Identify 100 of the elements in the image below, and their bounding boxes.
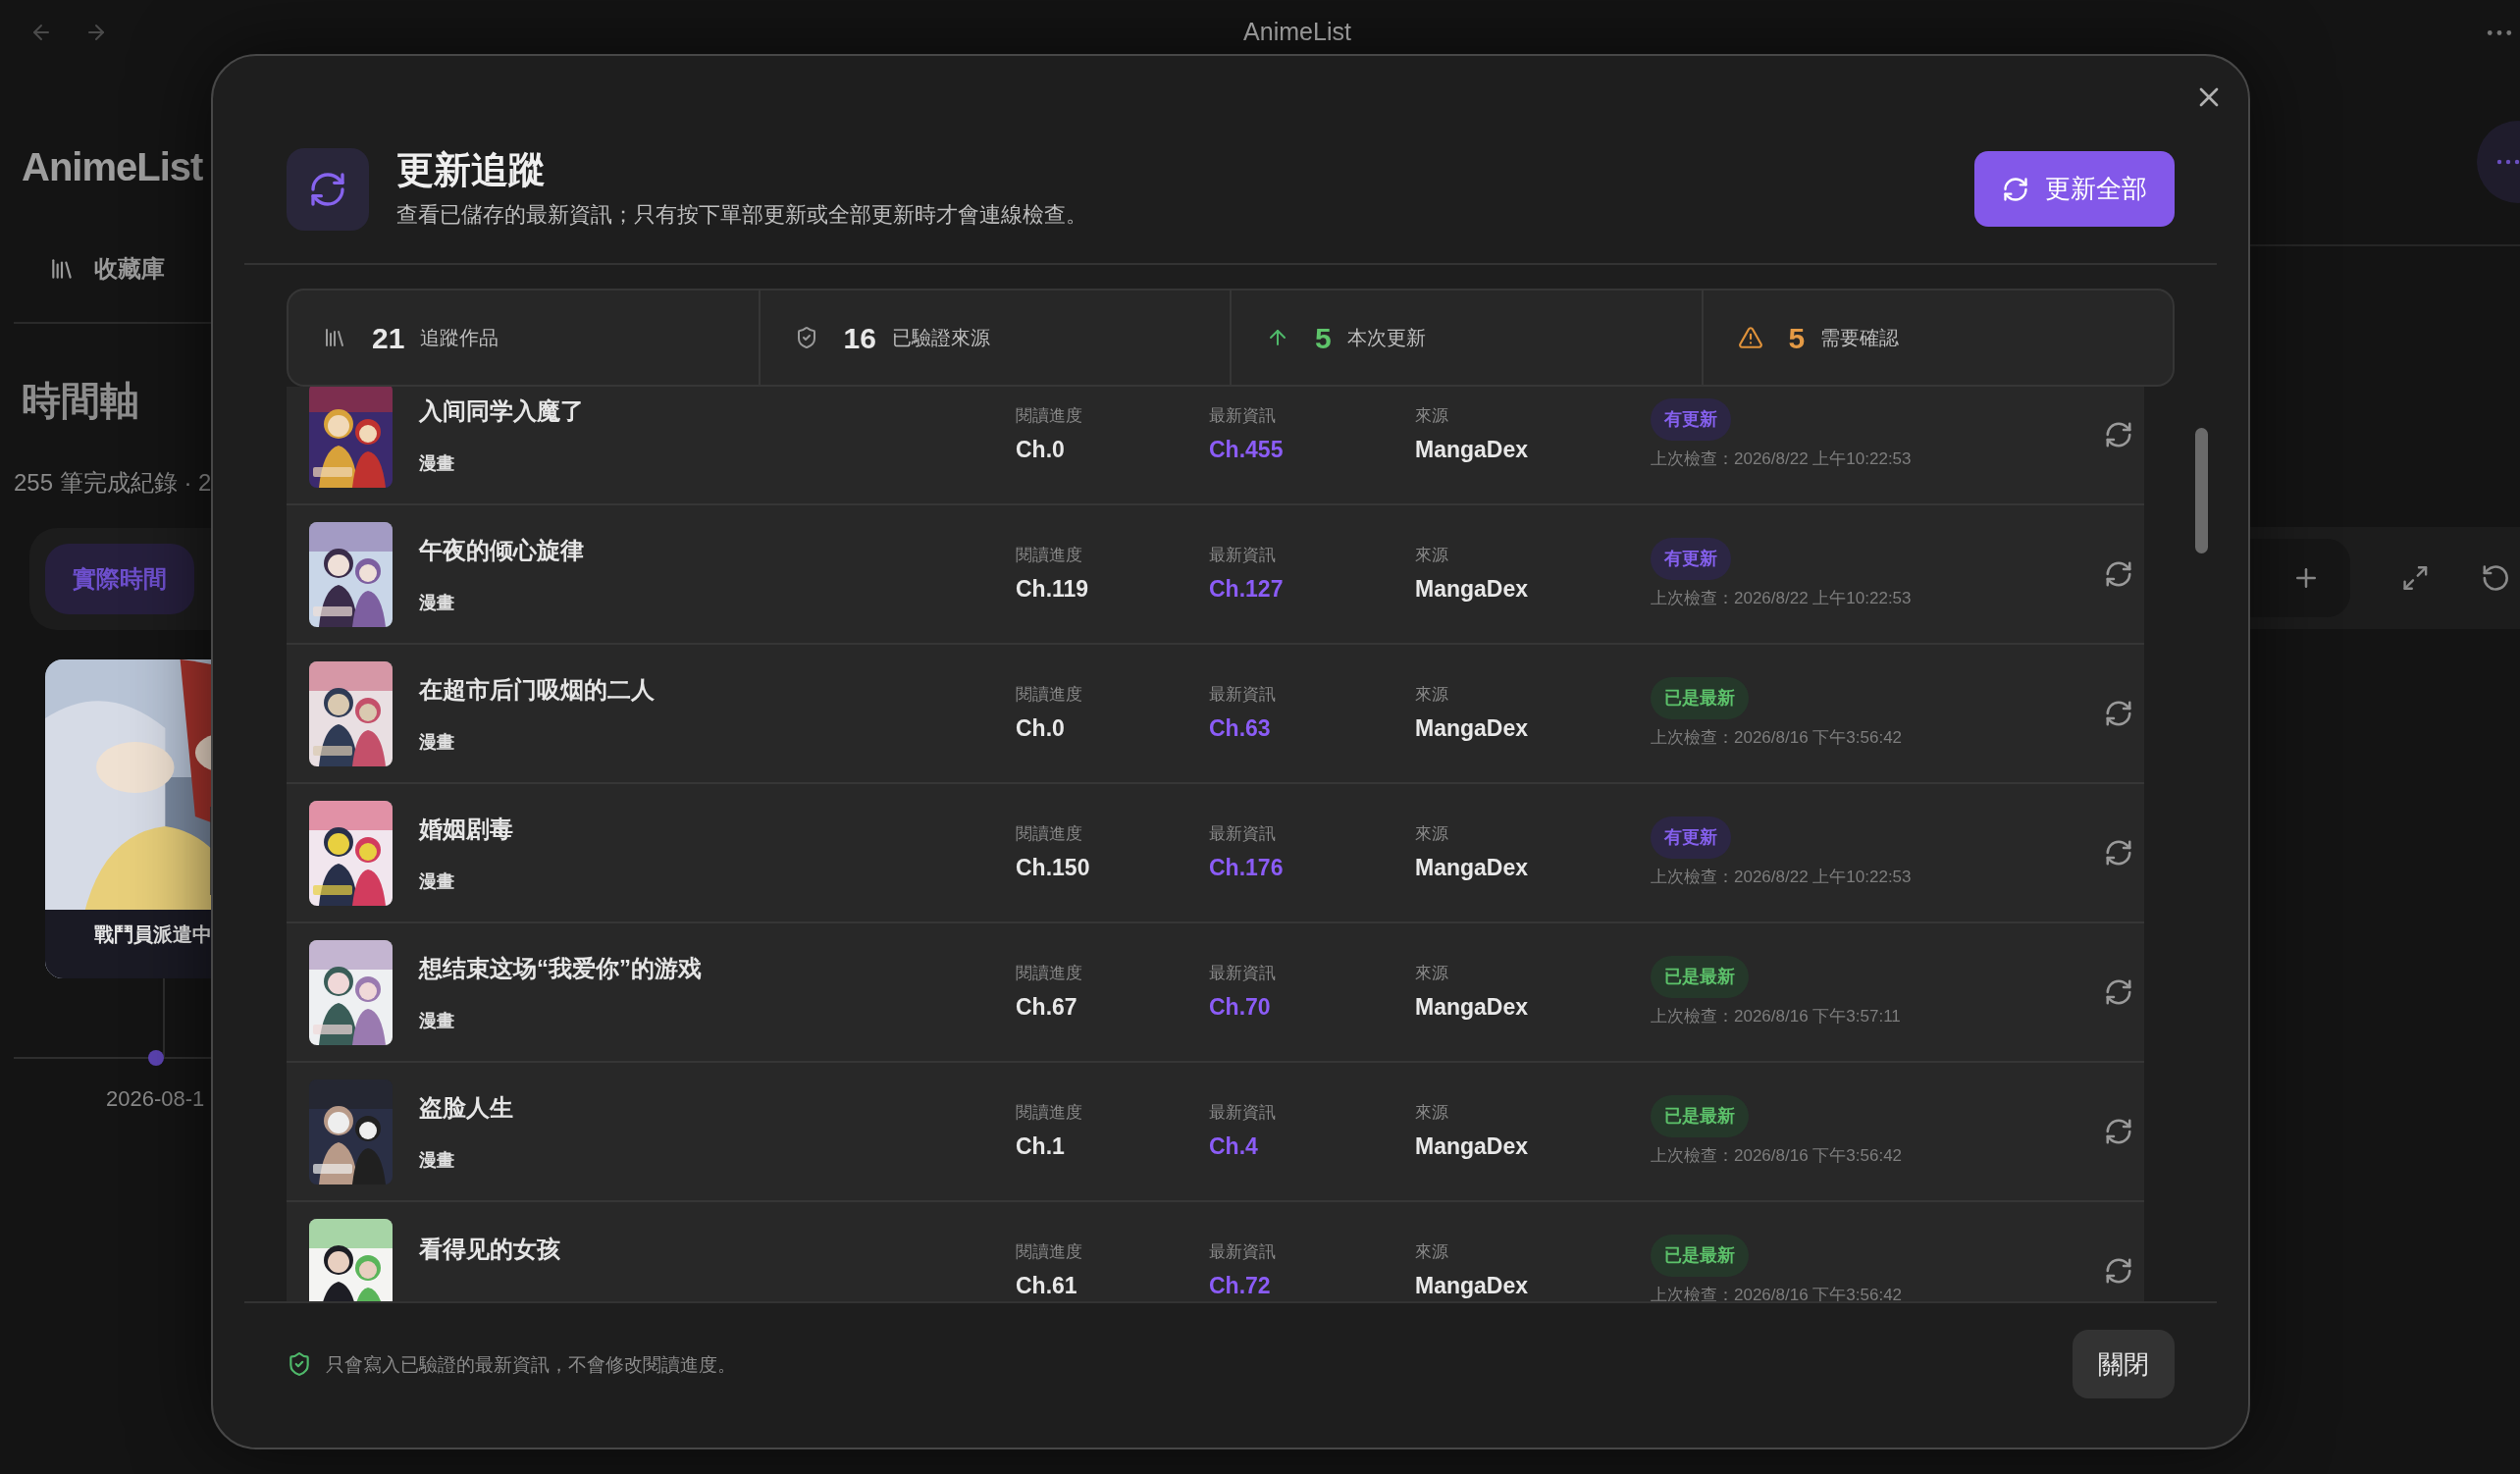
status-badge: 有更新 — [1651, 816, 1731, 859]
last-checked: 上次檢查：2026/8/16 下午3:56:42 — [1651, 726, 1903, 749]
source-value: MangaDex — [1415, 992, 1530, 1022]
work-type: 漫畫 — [419, 451, 455, 475]
summary-text: 255 筆完成紀錄 · 2 — [14, 468, 213, 498]
tracking-row[interactable]: 入间同学入魔了 漫畫 閱讀進度 Ch.0 最新資訊 Ch.455 來源 MangaDex 有更新 上次檢查：2026/8/22 上午10:22:53 — [287, 387, 2144, 505]
source-value: MangaDex — [1415, 1271, 1530, 1300]
source-label: 來源 — [1415, 963, 1449, 984]
last-checked: 上次檢查：2026/8/22 上午10:22:53 — [1651, 866, 1912, 888]
source-label: 來源 — [1415, 1241, 1449, 1263]
stat-value: 21 — [372, 320, 405, 356]
latest-label: 最新資訊 — [1209, 684, 1277, 706]
dialog-subtitle: 查看已儲存的最新資訊；只有按下單部更新或全部更新時才會連線檢查。 — [396, 201, 1088, 229]
work-type: 漫畫 — [419, 869, 455, 893]
work-title: 想结束这场“我爱你”的游戏 — [419, 953, 703, 983]
status-badge: 已是最新 — [1651, 1094, 1749, 1137]
shield-icon — [287, 1351, 312, 1377]
progress-value: Ch.0 — [1016, 435, 1066, 464]
latest-value: Ch.63 — [1209, 713, 1272, 743]
update-all-button[interactable]: 更新全部 — [1974, 151, 2175, 227]
sidebar-item[interactable]: 收藏庫 — [49, 251, 273, 287]
source-label: 來源 — [1415, 405, 1449, 427]
work-type: 漫畫 — [419, 1148, 455, 1172]
source-value: MangaDex — [1415, 713, 1530, 743]
progress-label: 閱讀進度 — [1016, 823, 1083, 845]
source-label: 來源 — [1415, 823, 1449, 845]
work-type: 漫畫 — [419, 1009, 455, 1032]
tracking-row[interactable]: 想结束这场“我爱你”的游戏 漫畫 閱讀進度 Ch.67 最新資訊 Ch.70 來源 MangaDex 已是最新 上次檢查：2026/8/16 下午3:57:11 — [287, 923, 2144, 1063]
timeline-date: 2026-08-1 — [106, 1085, 206, 1113]
latest-value: Ch.176 — [1209, 853, 1285, 882]
source-value: MangaDex — [1415, 853, 1530, 882]
close-dialog-button[interactable]: 關閉 — [2073, 1330, 2175, 1398]
stat-value: 5 — [1315, 320, 1332, 356]
progress-value: Ch.61 — [1016, 1271, 1078, 1300]
footer-note: 只會寫入已驗證的最新資訊，不會修改閱讀進度。 — [326, 1353, 736, 1377]
progress-value: Ch.0 — [1016, 713, 1066, 743]
work-title: 在超市后门吸烟的二人 — [419, 674, 656, 705]
poster-caption: 戰鬥員派遣中 — [94, 922, 212, 947]
refresh-icon — [2104, 420, 2133, 449]
library-icon — [323, 326, 346, 349]
tracking-row[interactable]: 盗脸人生 漫畫 閱讀進度 Ch.1 最新資訊 Ch.4 來源 MangaDex 已是最新 上次檢查：2026/8/16 下午3:56:42 — [287, 1063, 2144, 1202]
work-title: 婚姻剧毒 — [419, 814, 514, 844]
section-title: 時間軸 — [22, 378, 140, 424]
status-badge: 有更新 — [1651, 537, 1731, 580]
progress-label: 閱讀進度 — [1016, 1102, 1083, 1124]
status-badge: 已是最新 — [1651, 676, 1749, 719]
latest-label: 最新資訊 — [1209, 1241, 1277, 1263]
latest-label: 最新資訊 — [1209, 405, 1277, 427]
last-checked: 上次檢查：2026/8/22 上午10:22:53 — [1651, 447, 1912, 470]
latest-value: Ch.455 — [1209, 435, 1285, 464]
latest-value: Ch.4 — [1209, 1132, 1259, 1161]
progress-label: 閱讀進度 — [1016, 545, 1083, 566]
dialog-title: 更新追蹤 — [396, 148, 547, 192]
latest-value: Ch.70 — [1209, 992, 1272, 1022]
refresh-icon — [2104, 1256, 2133, 1286]
progress-value: Ch.67 — [1016, 992, 1078, 1022]
refresh-icon — [2002, 175, 2029, 203]
progress-label: 閱讀進度 — [1016, 1241, 1083, 1263]
stat-label: 已驗證來源 — [891, 326, 990, 350]
latest-label: 最新資訊 — [1209, 823, 1277, 845]
more-icon[interactable] — [2487, 28, 2512, 36]
library-icon — [49, 256, 75, 282]
latest-label: 最新資訊 — [1209, 963, 1277, 984]
stat-label: 追蹤作品 — [420, 326, 499, 350]
tracking-row[interactable]: 午夜的倾心旋律 漫畫 閱讀進度 Ch.119 最新資訊 Ch.127 來源 MangaDex 有更新 上次檢查：2026/8/22 上午10:22:53 — [287, 505, 2144, 645]
work-type: 漫畫 — [419, 730, 455, 754]
stat-label: 需要確認 — [1820, 326, 1900, 350]
tracking-row[interactable]: 在超市后门吸烟的二人 漫畫 閱讀進度 Ch.0 最新資訊 Ch.63 來源 MangaDex 已是最新 上次檢查：2026/8/16 下午3:56:42 — [287, 645, 2144, 784]
progress-value: Ch.1 — [1016, 1132, 1066, 1161]
last-checked: 上次檢查：2026/8/16 下午3:57:11 — [1651, 1005, 1901, 1027]
stat-value: 16 — [843, 320, 876, 356]
source-value: MangaDex — [1415, 574, 1530, 604]
latest-value: Ch.127 — [1209, 574, 1285, 604]
source-label: 來源 — [1415, 684, 1449, 706]
source-label: 來源 — [1415, 1102, 1449, 1124]
work-title: 盗脸人生 — [419, 1092, 514, 1123]
stat-value: 5 — [1788, 320, 1806, 356]
progress-label: 閱讀進度 — [1016, 963, 1083, 984]
app-logo: AnimeList — [22, 144, 204, 190]
refresh-icon — [2104, 1117, 2133, 1146]
progress-value: Ch.150 — [1016, 853, 1091, 882]
more-icon[interactable] — [2496, 159, 2520, 165]
source-value: MangaDex — [1415, 1132, 1530, 1161]
tracking-row[interactable]: 婚姻剧毒 漫畫 閱讀進度 Ch.150 最新資訊 Ch.176 來源 MangaDex 有更新 上次檢查：2026/8/22 上午10:22:53 — [287, 784, 2144, 923]
progress-label: 閱讀進度 — [1016, 684, 1083, 706]
latest-label: 最新資訊 — [1209, 545, 1277, 566]
source-label: 來源 — [1415, 545, 1449, 566]
refresh-icon — [2104, 977, 2133, 1007]
last-checked: 上次檢查：2026/8/16 下午3:56:42 — [1651, 1144, 1903, 1167]
last-checked: 上次檢查：2026/8/22 上午10:22:53 — [1651, 587, 1912, 609]
refresh-icon — [2104, 699, 2133, 728]
latest-label: 最新資訊 — [1209, 1102, 1277, 1124]
refresh-icon — [2104, 838, 2133, 868]
progress-label: 閱讀進度 — [1016, 405, 1083, 427]
scrollbar-thumb[interactable] — [2195, 428, 2208, 553]
work-title: 午夜的倾心旋律 — [419, 535, 585, 565]
warning-icon — [1737, 325, 1763, 350]
work-title: 看得见的女孩 — [419, 1235, 561, 1264]
progress-value: Ch.119 — [1016, 574, 1090, 604]
refresh-icon — [2104, 559, 2133, 589]
